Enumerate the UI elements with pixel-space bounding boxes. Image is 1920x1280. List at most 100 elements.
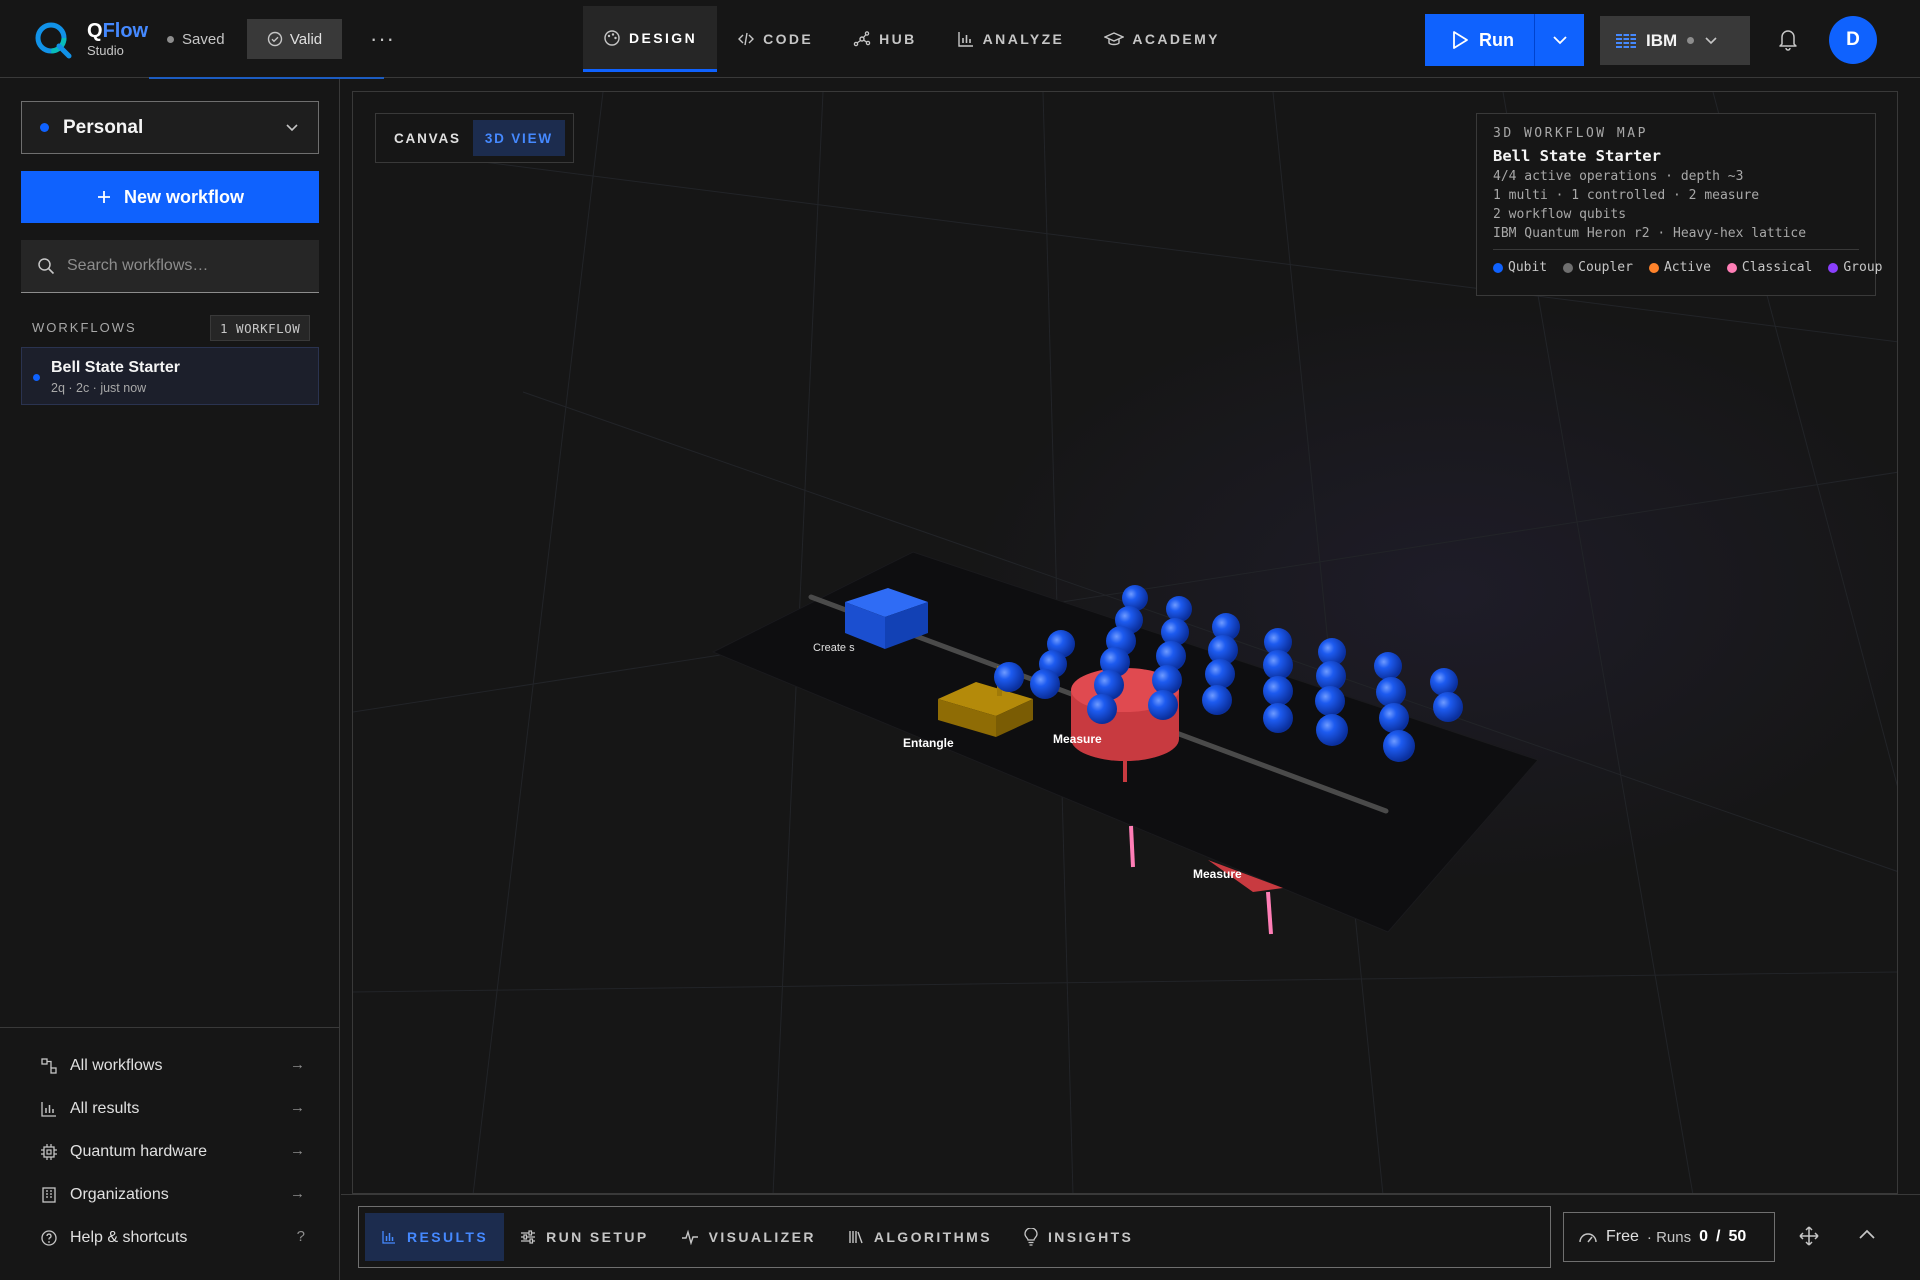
backend-label: IBM — [1646, 30, 1678, 50]
tab-academy-label: ACADEMY — [1132, 31, 1220, 47]
qubit-sphere[interactable] — [1379, 703, 1409, 733]
map-panel-line: 4/4 active operations · depth ~3 — [1493, 169, 1744, 184]
tab-analyze-label: ANALYZE — [982, 31, 1065, 47]
qubit-sphere[interactable] — [1430, 668, 1458, 696]
play-icon — [1453, 31, 1468, 49]
notifications-bell-icon[interactable] — [1777, 27, 1799, 51]
qubit-sphere[interactable] — [1374, 652, 1402, 680]
building-icon — [42, 1186, 56, 1203]
run-options-dropdown[interactable] — [1534, 14, 1584, 66]
qflow-logo-icon[interactable] — [33, 20, 73, 60]
user-avatar[interactable]: D — [1829, 16, 1877, 64]
qubit-sphere[interactable] — [1315, 686, 1345, 716]
workspace-dot — [40, 123, 49, 132]
sidebar-item-help[interactable]: Help & shortcuts ? — [0, 1216, 339, 1259]
code-icon — [738, 32, 755, 46]
brand: QFlow Studio — [87, 21, 148, 57]
classical-wire-2 — [1266, 891, 1273, 935]
qubit-sphere[interactable] — [1166, 596, 1192, 622]
qubit-sphere[interactable] — [994, 662, 1024, 692]
sidebar-item-quantum-hardware[interactable]: Quantum hardware → — [0, 1130, 339, 1173]
workflows-heading: WORKFLOWS — [32, 320, 137, 335]
legend-label: Group — [1843, 260, 1883, 275]
qubit-sphere[interactable] — [1383, 730, 1415, 762]
sidebar-item-all-results[interactable]: All results → — [0, 1087, 339, 1130]
plan-usage[interactable]: Free · Runs 0 / 50 — [1563, 1212, 1775, 1262]
bar-chart-icon — [957, 32, 973, 47]
qubit-sphere[interactable] — [1202, 685, 1232, 715]
sidebar-links: All workflows → All results → Quantum ha… — [0, 1027, 339, 1259]
new-workflow-button[interactable]: New workflow — [21, 171, 319, 223]
legend-label: Coupler — [1578, 260, 1633, 275]
tab-insights-label: INSIGHTS — [1047, 1229, 1134, 1245]
qubit-sphere[interactable] — [1205, 659, 1235, 689]
map-panel-title: Bell State Starter — [1493, 147, 1661, 165]
pulse-icon — [681, 1229, 698, 1245]
qubit-sphere[interactable] — [1263, 650, 1293, 680]
qubit-sphere[interactable] — [1316, 714, 1348, 746]
tab-academy[interactable]: ACADEMY — [1084, 6, 1240, 72]
workflow-list-item[interactable]: Bell State Starter 2q · 2c · just now — [21, 347, 319, 405]
workflow-name: Bell State Starter — [51, 359, 180, 376]
tab-code[interactable]: CODE — [717, 6, 833, 72]
search-input[interactable] — [65, 256, 309, 276]
map-panel-divider — [1493, 249, 1859, 250]
sidebar-item-label: All results — [70, 1099, 140, 1117]
tab-hub[interactable]: HUB — [833, 6, 937, 72]
sidebar-item-organizations[interactable]: Organizations → — [0, 1173, 339, 1216]
chevron-down-icon — [286, 124, 298, 132]
qubit-sphere[interactable] — [1087, 694, 1117, 724]
map-panel-line: IBM Quantum Heron r2 · Heavy-hex lattice — [1493, 226, 1807, 241]
lightbulb-icon — [1024, 1228, 1038, 1246]
tab-algorithms[interactable]: ALGORITHMS — [832, 1213, 1008, 1261]
arrow-right-icon: → — [290, 1056, 305, 1073]
move-icon[interactable] — [1798, 1225, 1820, 1247]
tab-analyze[interactable]: ANALYZE — [937, 6, 1085, 72]
legend-label: Active — [1663, 260, 1711, 275]
bottom-panel-tabs: RESULTS RUN SETUP VISUALIZER ALGORITHMS … — [358, 1206, 1551, 1268]
sidebar-item-label: All workflows — [70, 1056, 163, 1074]
tab-design[interactable]: DESIGN — [583, 6, 718, 72]
brand-subtitle: Studio — [87, 43, 124, 58]
qubit-sphere[interactable] — [1433, 692, 1463, 722]
top-bar: QFlow Studio Saved Valid ··· DESIGN CODE… — [0, 0, 1920, 79]
legend-swatch — [1828, 262, 1839, 273]
tab-run-setup[interactable]: RUN SETUP — [504, 1213, 665, 1261]
legend-swatch — [1648, 262, 1659, 273]
3d-view-button[interactable]: 3D VIEW — [472, 120, 565, 156]
workspace-selector[interactable]: Personal — [21, 101, 319, 154]
map-panel-heading: 3D WORKFLOW MAP — [1493, 126, 1648, 141]
save-status-label: Saved — [182, 31, 225, 48]
qubit-sphere[interactable] — [1376, 677, 1406, 707]
map-panel-line: 1 multi · 1 controlled · 2 measure — [1493, 188, 1760, 203]
check-circle-icon — [267, 31, 283, 47]
scene-label-measure-1: Measure — [1053, 732, 1102, 746]
qubit-sphere[interactable] — [1263, 703, 1293, 733]
more-menu-button[interactable]: ··· — [370, 26, 395, 52]
qubit-sphere[interactable] — [1152, 665, 1182, 695]
plan-runs-label: · Runs — [1646, 1228, 1692, 1246]
tab-visualizer[interactable]: VISUALIZER — [665, 1213, 832, 1261]
search-icon — [38, 258, 55, 275]
qubit-sphere[interactable] — [1148, 690, 1178, 720]
sidebar-item-all-workflows[interactable]: All workflows → — [0, 1044, 339, 1087]
legend-item-group: Group — [1828, 260, 1883, 275]
tab-results[interactable]: RESULTS — [365, 1213, 505, 1261]
tab-insights[interactable]: INSIGHTS — [1008, 1213, 1149, 1261]
chip-icon — [41, 1143, 57, 1160]
tab-hub-label: HUB — [879, 31, 917, 47]
qubit-sphere[interactable] — [1030, 669, 1060, 699]
library-icon — [849, 1231, 863, 1244]
bar-chart-icon — [41, 1101, 56, 1117]
canvas-view-button[interactable]: CANVAS — [382, 120, 473, 156]
tab-design-label: DESIGN — [629, 29, 698, 46]
backend-selector[interactable]: IBM — [1600, 16, 1750, 65]
validation-badge[interactable]: Valid — [247, 19, 342, 59]
graduation-cap-icon — [1104, 32, 1125, 46]
qubit-sphere[interactable] — [1263, 676, 1293, 706]
workspace-label: Personal — [63, 116, 144, 138]
plan-tier: Free — [1606, 1228, 1639, 1245]
chevron-up-icon[interactable] — [1858, 1228, 1876, 1240]
legend-swatch — [1726, 262, 1737, 273]
tab-algorithms-label: ALGORITHMS — [873, 1229, 992, 1245]
